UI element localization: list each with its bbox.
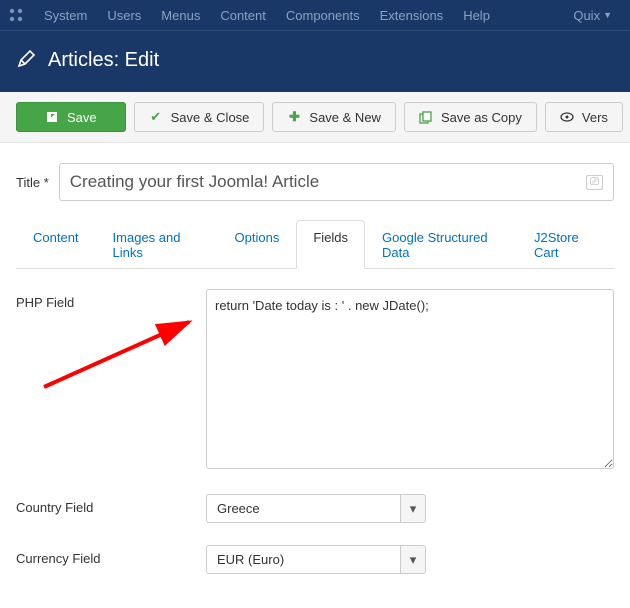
save-copy-button[interactable]: Save as Copy	[404, 102, 537, 132]
page-header: Articles: Edit	[0, 30, 630, 92]
check-icon: ✔	[149, 109, 163, 125]
topbar-item-content[interactable]: Content	[210, 0, 276, 30]
title-label: Title *	[16, 175, 49, 190]
php-field-row: PHP Field	[16, 289, 614, 472]
save-new-button[interactable]: ✚ Save & New	[272, 102, 396, 132]
country-field-row: Country Field Greece ▾	[16, 494, 614, 523]
title-input[interactable]: Creating your first Joomla! Article ⎚	[59, 163, 614, 201]
tab-content[interactable]: Content	[16, 220, 96, 269]
plus-icon: ✚	[287, 109, 301, 125]
apply-icon	[45, 111, 59, 123]
copy-icon	[419, 111, 433, 124]
currency-select-value: EUR (Euro)	[206, 545, 400, 574]
admin-topbar: System Users Menus Content Components Ex…	[0, 0, 630, 30]
country-select[interactable]: Greece ▾	[206, 494, 426, 523]
topbar-item-system[interactable]: System	[34, 0, 97, 30]
topbar-item-quix[interactable]: Quix▼	[563, 0, 622, 30]
currency-field-row: Currency Field EUR (Euro) ▾	[16, 545, 614, 574]
tab-images-links[interactable]: Images and Links	[96, 220, 218, 269]
joomla-logo-icon	[8, 7, 24, 23]
topbar-item-users[interactable]: Users	[97, 0, 151, 30]
php-field-label: PHP Field	[16, 289, 196, 310]
php-field-textarea[interactable]	[206, 289, 614, 469]
versions-icon	[560, 112, 574, 122]
title-field-row: Title * Creating your first Joomla! Arti…	[16, 163, 614, 201]
input-indicator-icon: ⎚	[586, 175, 603, 190]
topbar-item-menus[interactable]: Menus	[151, 0, 210, 30]
action-toolbar: Save ✔ Save & Close ✚ Save & New Save as…	[0, 92, 630, 143]
currency-select[interactable]: EUR (Euro) ▾	[206, 545, 426, 574]
topbar-item-components[interactable]: Components	[276, 0, 370, 30]
tab-bar: Content Images and Links Options Fields …	[16, 219, 614, 269]
tab-fields[interactable]: Fields	[296, 220, 365, 269]
save-close-button[interactable]: ✔ Save & Close	[134, 102, 265, 132]
caret-down-icon[interactable]: ▾	[400, 545, 426, 574]
save-button[interactable]: Save	[16, 102, 126, 132]
country-select-value: Greece	[206, 494, 400, 523]
pencil-icon	[16, 49, 36, 72]
country-field-label: Country Field	[16, 494, 196, 515]
caret-down-icon[interactable]: ▾	[400, 494, 426, 523]
page-title: Articles: Edit	[48, 49, 159, 72]
versions-button[interactable]: Vers	[545, 102, 623, 132]
tab-google-data[interactable]: Google Structured Data	[365, 220, 517, 269]
tab-options[interactable]: Options	[218, 220, 297, 269]
caret-down-icon: ▼	[603, 10, 612, 20]
tab-j2store[interactable]: J2Store Cart	[517, 220, 614, 269]
content-area: Title * Creating your first Joomla! Arti…	[0, 143, 630, 608]
topbar-item-extensions[interactable]: Extensions	[370, 0, 454, 30]
topbar-item-help[interactable]: Help	[453, 0, 500, 30]
